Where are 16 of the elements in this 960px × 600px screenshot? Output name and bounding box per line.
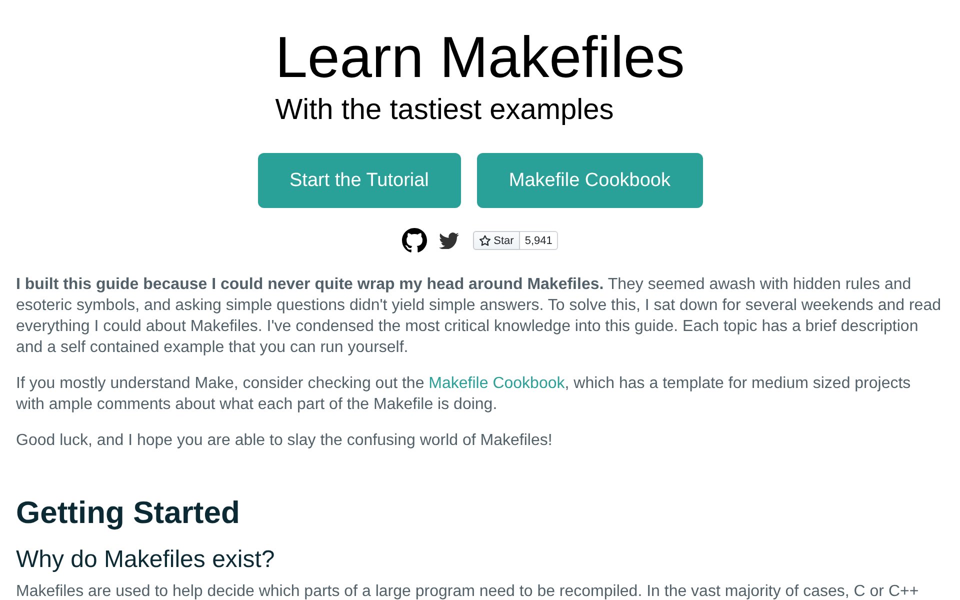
body-paragraph: Makefiles are used to help decide which parts of a large program need to be recompiled. In the vast majority of cases, C or C++: [16, 582, 920, 600]
bird-icon[interactable]: [438, 232, 459, 249]
link-button[interactable]: Start the Tutorial: [258, 153, 461, 208]
page-title: Learn Makefiles: [275, 24, 685, 92]
star-button[interactable]: Star: [472, 231, 520, 250]
star-count[interactable]: 5,941: [520, 231, 558, 250]
intro-paragraph: I built this guide because I could never quite wrap my head around Makefiles. They seemed awash with hidden rules and esoteric symbols, and asking simple questions didn't yield simple answers. To solve this, I sat down for several weekends and read everything I could about Makefiles. I've condensed the most critical knowledge into this guide. Each topic has a brief description and a self contained example that you can run yourself.: [16, 275, 942, 358]
link-button[interactable]: Makefile Cookbook: [476, 153, 702, 208]
intro-paragraph: Good luck, and I hope you are able to slay the confusing world of Makefiles!: [16, 431, 554, 451]
star-icon: [478, 234, 491, 246]
section-heading: Getting Started: [16, 494, 241, 532]
github-icon[interactable]: [402, 228, 427, 253]
intro-paragraph: If you mostly understand Make, consider checking out the Makefile Cookbook, which has a template for medium sized projects with ample comments about what each part of the Makefile is doing.: [16, 374, 912, 415]
page-subtitle: With the tastiest examples: [275, 93, 614, 128]
subsection-heading: Why do Makefiles exist?: [16, 545, 276, 575]
text-link[interactable]: Makefile Cookbook: [428, 375, 565, 392]
